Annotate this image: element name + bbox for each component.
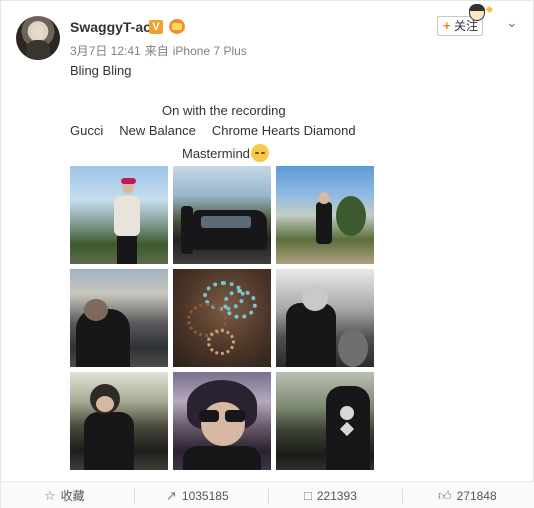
comment-count: 221393 (316, 489, 357, 503)
post-timestamp[interactable]: 3月7日 12:41 (70, 44, 141, 58)
post-text-brands: Gucci New Balance Chrome Hearts Diamond (70, 123, 372, 138)
avatar[interactable] (16, 16, 60, 60)
member-crown-icon (169, 19, 185, 34)
photo-street-2[interactable] (276, 166, 374, 264)
thumbs-up-icon: 👍︎ (438, 488, 452, 503)
repost-icon: ↗ (166, 488, 177, 503)
username[interactable]: SwaggyT-ao (70, 19, 152, 35)
divider (402, 489, 403, 504)
star-icon: ☆ (44, 488, 56, 503)
post-source[interactable]: iPhone 7 Plus (173, 44, 247, 58)
divider (134, 489, 135, 504)
verified-badge-icon: V (149, 20, 163, 34)
avatar-face (32, 25, 44, 39)
photo-selfie-sunglasses[interactable] (173, 372, 271, 470)
photo-bracelets[interactable] (173, 269, 271, 367)
photo-bw-portrait[interactable] (276, 269, 374, 367)
repost-button[interactable]: ↗ 1035185 (166, 482, 229, 508)
photo-street-1[interactable] (70, 166, 168, 264)
favorite-button[interactable]: ☆ 收藏 (44, 482, 85, 508)
photo-suv[interactable] (173, 166, 271, 264)
source-prefix: 来自 (144, 44, 169, 58)
smirk-emoji-icon (250, 144, 269, 162)
photo-grid (70, 166, 374, 474)
chevron-down-icon[interactable]: ⌄ (506, 14, 518, 31)
photo-sunset[interactable] (70, 269, 168, 367)
mascot-hair (469, 4, 485, 11)
weibo-post-card: SwaggyT-ao V 3月7日 12:41 来自 iPhone 7 Plus +… (0, 0, 534, 508)
like-button[interactable]: 👍︎ 271848 (438, 482, 497, 508)
photo-selfie-1[interactable] (70, 372, 168, 470)
photo-mastermind-jacket[interactable] (276, 372, 374, 470)
divider (268, 489, 269, 504)
avatar-body (26, 40, 50, 60)
action-bar: ☆ 收藏 ↗ 1035185 □ 221393 👍︎ 271848 (1, 481, 534, 508)
brand-new-balance: New Balance (119, 123, 196, 138)
like-count: 271848 (456, 489, 497, 503)
favorite-label: 收藏 (60, 489, 85, 503)
brand-gucci: Gucci (70, 123, 104, 138)
comment-button[interactable]: □ 221393 (304, 482, 357, 508)
post-text-line-2: On with the recording (162, 103, 286, 118)
brand-chrome-hearts: Chrome Hearts Diamond (211, 123, 356, 138)
repost-count: 1035185 (181, 489, 229, 503)
post-meta: 3月7日 12:41 来自 iPhone 7 Plus (70, 42, 251, 59)
brand-mastermind: Mastermind (182, 146, 250, 161)
comment-icon: □ (304, 488, 312, 503)
follow-mascot-icon (459, 3, 494, 27)
post-text-line-1: Bling Bling (70, 63, 132, 78)
plus-icon: + (443, 18, 451, 33)
post-text-line-4: Mastermind (182, 144, 269, 162)
mascot-star (485, 5, 494, 14)
